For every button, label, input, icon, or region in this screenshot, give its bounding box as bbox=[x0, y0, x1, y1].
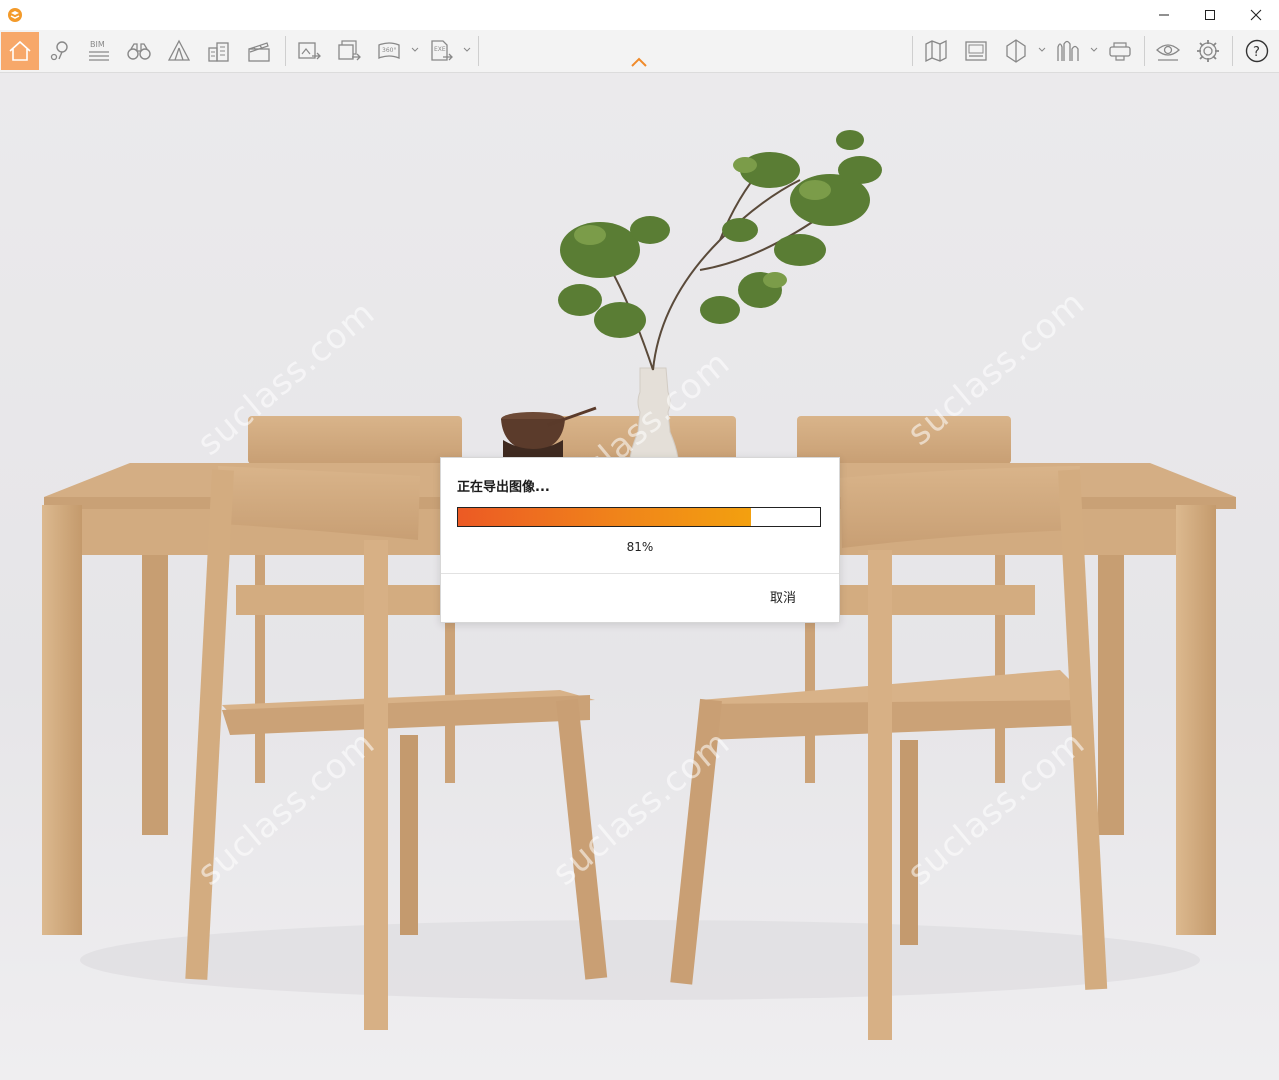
progress-percent: 81% bbox=[626, 540, 654, 554]
toolbar-separator bbox=[1144, 36, 1145, 66]
vr-headset-icon bbox=[1109, 42, 1131, 61]
help-icon: ? bbox=[1245, 39, 1269, 63]
app-logo-icon bbox=[8, 8, 22, 22]
section-button[interactable] bbox=[997, 32, 1035, 70]
cityscape-icon bbox=[1057, 40, 1079, 61]
export-batch-button[interactable] bbox=[330, 32, 368, 70]
section-icon bbox=[1006, 39, 1026, 63]
bim-icon: BIM bbox=[89, 40, 109, 61]
svg-text:EXE: EXE bbox=[434, 46, 446, 53]
export-progress-dialog: 正在导出图像... 81% 取消 bbox=[440, 457, 840, 623]
cityscape-dropdown-icon[interactable] bbox=[1090, 46, 1098, 54]
toolbar-separator bbox=[285, 36, 286, 66]
svg-text:?: ? bbox=[1253, 45, 1260, 60]
dialog-title: 正在导出图像... bbox=[457, 480, 550, 495]
bim-button[interactable]: BIM bbox=[80, 32, 118, 70]
cancel-button[interactable]: 取消 bbox=[766, 586, 800, 610]
eye-icon bbox=[1156, 44, 1180, 61]
tent-icon bbox=[167, 39, 191, 61]
buildings-icon bbox=[208, 42, 229, 62]
media-panel-button[interactable] bbox=[957, 32, 995, 70]
binoculars-icon bbox=[127, 43, 151, 60]
tent-button[interactable] bbox=[160, 32, 198, 70]
animation-button[interactable] bbox=[240, 32, 278, 70]
home-button[interactable] bbox=[1, 32, 39, 70]
visibility-button[interactable] bbox=[1149, 32, 1187, 70]
progress-bar-fill bbox=[458, 508, 752, 526]
binoculars-button[interactable] bbox=[120, 32, 158, 70]
close-icon bbox=[1250, 9, 1262, 21]
close-button[interactable] bbox=[1233, 0, 1279, 30]
export-batch-icon bbox=[338, 40, 361, 61]
minimize-icon bbox=[1159, 14, 1169, 16]
location-pin-icon bbox=[50, 41, 68, 61]
chevron-up-icon[interactable] bbox=[630, 56, 648, 68]
export-exe-button[interactable]: EXE bbox=[422, 32, 460, 70]
home-icon bbox=[9, 40, 31, 61]
settings-button[interactable] bbox=[1189, 32, 1227, 70]
clapperboard-icon bbox=[248, 42, 270, 62]
export-360-dropdown-icon[interactable] bbox=[411, 46, 419, 54]
maximize-button[interactable] bbox=[1187, 0, 1233, 30]
vr-button[interactable] bbox=[1101, 32, 1139, 70]
buildings-button[interactable] bbox=[200, 32, 238, 70]
export-exe-icon: EXE bbox=[431, 40, 453, 61]
export-image-icon bbox=[298, 42, 321, 60]
map-icon bbox=[925, 39, 947, 63]
section-dropdown-icon[interactable] bbox=[1038, 46, 1046, 54]
export-exe-dropdown-icon[interactable] bbox=[463, 46, 471, 54]
toolbar-separator bbox=[1232, 36, 1233, 66]
map-button[interactable] bbox=[917, 32, 955, 70]
cityscape-button[interactable] bbox=[1049, 32, 1087, 70]
toolbar-separator bbox=[478, 36, 479, 66]
title-bar bbox=[0, 0, 1279, 30]
vase-with-plant bbox=[558, 130, 882, 459]
toolbar-separator bbox=[912, 36, 913, 66]
progress-bar bbox=[457, 507, 821, 527]
help-button[interactable]: ? bbox=[1238, 32, 1276, 70]
gear-icon bbox=[1197, 40, 1219, 62]
maximize-icon bbox=[1205, 10, 1215, 20]
svg-text:360°: 360° bbox=[382, 47, 396, 54]
minimize-button[interactable] bbox=[1141, 0, 1187, 30]
location-button[interactable] bbox=[41, 32, 79, 70]
svg-text:BIM: BIM bbox=[90, 40, 105, 49]
media-panel-icon bbox=[965, 41, 987, 61]
export-image-button[interactable] bbox=[290, 32, 328, 70]
export-360-icon: 360° bbox=[378, 42, 400, 59]
export-360-button[interactable]: 360° bbox=[370, 32, 408, 70]
dialog-divider bbox=[441, 573, 839, 574]
